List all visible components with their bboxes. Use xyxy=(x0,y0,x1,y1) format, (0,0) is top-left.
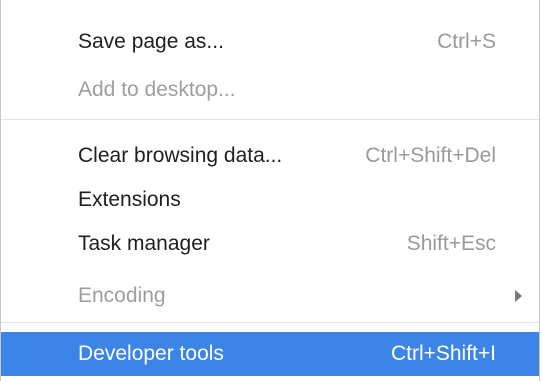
menu-item-label: Save page as... xyxy=(78,30,224,53)
menu-item-shortcut: Ctrl+S xyxy=(437,30,496,53)
menu-item-task-manager[interactable]: Task manager Shift+Esc xyxy=(1,222,539,266)
menu-item-encoding[interactable]: Encoding xyxy=(1,274,539,318)
context-submenu: Save page as... Ctrl+S Add to desktop...… xyxy=(0,0,540,381)
menu-item-label: Task manager xyxy=(78,232,210,255)
menu-item-label: Encoding xyxy=(78,284,166,307)
menu-item-developer-tools[interactable]: Developer tools Ctrl+Shift+I xyxy=(1,332,539,376)
menu-item-clear-browsing-data[interactable]: Clear browsing data... Ctrl+Shift+Del xyxy=(1,134,539,178)
menu-item-label: Extensions xyxy=(78,188,181,211)
menu-item-add-to-desktop[interactable]: Add to desktop... xyxy=(1,68,539,112)
menu-item-shortcut: Ctrl+Shift+I xyxy=(390,342,496,365)
menu-item-shortcut: Shift+Esc xyxy=(406,232,496,255)
menu-separator xyxy=(1,322,539,323)
chevron-right-icon xyxy=(515,290,522,302)
menu-item-shortcut: Ctrl+Shift+Del xyxy=(365,144,496,167)
menu-item-extensions[interactable]: Extensions xyxy=(1,178,539,222)
menu-separator xyxy=(1,119,539,120)
menu-item-label: Clear browsing data... xyxy=(78,144,283,167)
menu-item-label: Developer tools xyxy=(78,342,224,365)
menu-item-save-page-as[interactable]: Save page as... Ctrl+S xyxy=(1,20,539,64)
menu-item-label: Add to desktop... xyxy=(78,78,236,101)
